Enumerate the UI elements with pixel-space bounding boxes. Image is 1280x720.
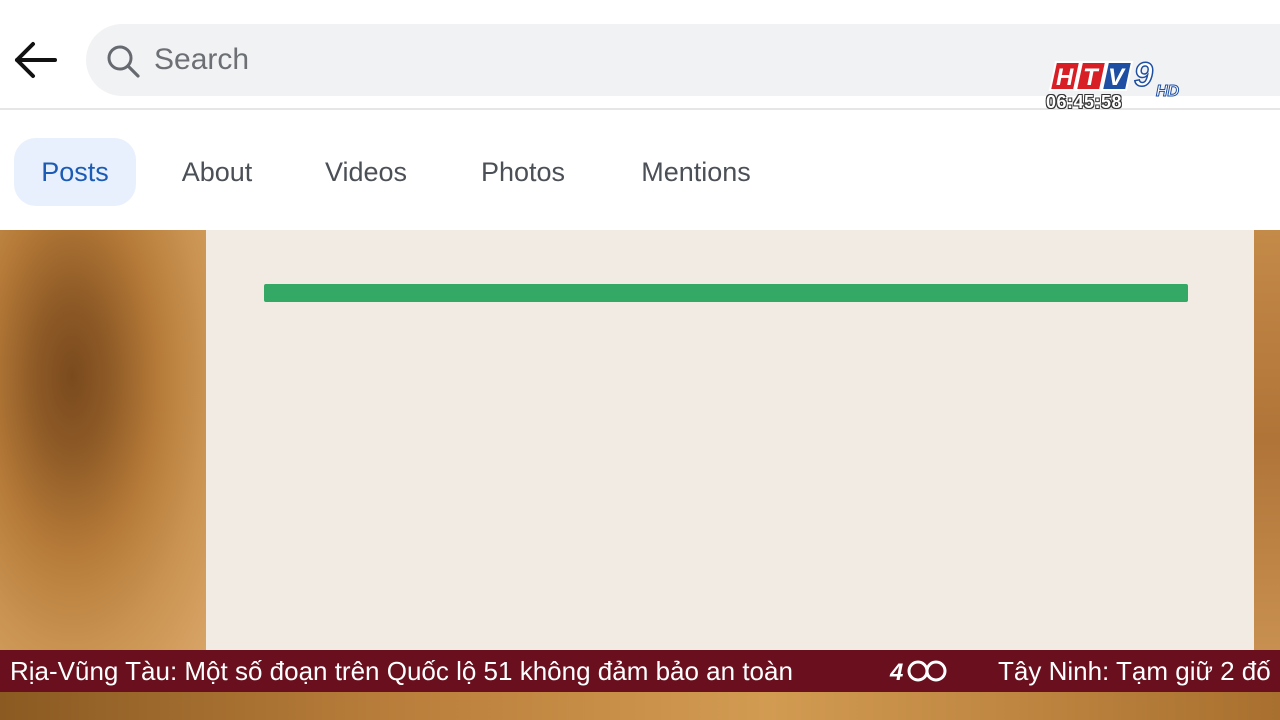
post-content-area [0,230,1280,650]
ticker-separator-logo-icon: 4 [889,659,947,686]
tab-posts[interactable]: Posts [14,138,136,206]
svg-text:4: 4 [889,659,903,686]
background-photo-bottom [0,692,1280,720]
tab-about[interactable]: About [162,138,272,206]
loading-bar [264,284,1188,302]
news-ticker: Rịa-Vũng Tàu: Một số đoạn trên Quốc lộ 5… [0,650,1280,692]
post-card[interactable] [206,230,1254,650]
search-input[interactable] [154,38,954,82]
svg-text:HD: HD [1156,83,1180,100]
svg-text:T: T [1083,64,1100,91]
tab-photos[interactable]: Photos [462,138,584,206]
search-icon [107,45,140,78]
channel-logo: H T V 9 HD 06:45:58 [1044,56,1194,118]
background-photo [0,230,206,650]
broadcast-clock: 06:45:58 [1046,92,1123,112]
tab-videos[interactable]: Videos [306,138,426,206]
ticker-headline: Tây Ninh: Tạm giữ 2 đố [998,656,1271,686]
svg-text:9: 9 [1134,56,1153,94]
tab-mentions[interactable]: Mentions [620,138,772,206]
ticker-headline: Rịa-Vũng Tàu: Một số đoạn trên Quốc lộ 5… [10,656,793,686]
back-button[interactable] [12,38,58,82]
background-photo-edge [1254,230,1280,650]
profile-tabs: Posts About Videos Photos Mentions [0,112,1280,230]
svg-text:H: H [1056,64,1074,91]
svg-text:V: V [1108,64,1126,91]
arrow-left-icon [15,42,57,78]
